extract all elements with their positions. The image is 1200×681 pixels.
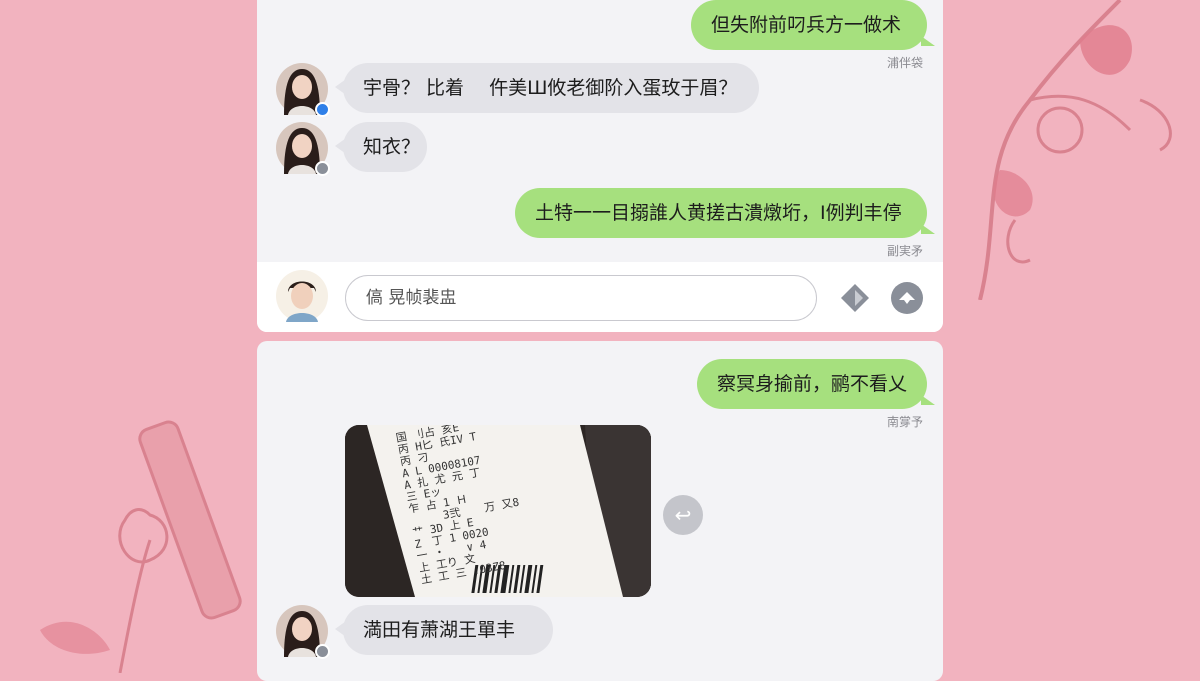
message-input[interactable]: 傐 晃帧裴盅 — [345, 275, 817, 321]
female-avatar[interactable] — [276, 605, 330, 659]
male-avatar[interactable] — [276, 270, 328, 322]
receipt-photo[interactable]: 国 刂占 亥E 丙 H匕 氏IV T 丙 刁 A L 00008107 A 扎 … — [345, 425, 651, 597]
status-badge — [315, 644, 330, 659]
flower-decoration-left — [40, 420, 242, 673]
flower-decoration-right — [978, 0, 1172, 300]
chat-window-bottom: 察冥身揄前，鹂不看乂 南牚予 国 刂占 亥E 丙 H匕 氏IV T 丙 刁 A … — [257, 341, 943, 681]
message-timestamp: 浦伴袋 — [886, 56, 923, 70]
forward-button[interactable]: ↩ — [663, 495, 703, 535]
outgoing-message: 察冥身揄前，鹂不看乂 — [697, 359, 935, 409]
message-composer: 傐 晃帧裴盅 — [257, 262, 943, 332]
status-badge — [315, 161, 330, 176]
chat-window-top: 但失附前叼兵方一做术 浦伴袋 宇骨？ 比着 仵美Ш攸老御阶入蛋玫于眉？ 知衣？ … — [257, 0, 943, 332]
message-timestamp: 南牚予 — [886, 415, 923, 429]
incoming-message: 満田有萧湖王單丰 — [335, 605, 553, 655]
incoming-message: 知衣？ — [335, 122, 427, 172]
outgoing-message: 土特一一目搦誰人黄搓古潰燉垳，I例判丰停 — [515, 188, 935, 238]
female-avatar[interactable] — [276, 122, 330, 176]
outgoing-message: 但失附前叼兵方一做术 — [691, 0, 935, 50]
status-badge — [315, 102, 330, 117]
sticker-icon[interactable] — [839, 282, 871, 314]
voice-icon[interactable] — [891, 282, 923, 314]
female-avatar[interactable] — [276, 63, 330, 117]
incoming-message: 宇骨？ 比着 仵美Ш攸老御阶入蛋玫于眉？ — [335, 63, 759, 113]
message-timestamp: 副実矛 — [886, 244, 923, 258]
